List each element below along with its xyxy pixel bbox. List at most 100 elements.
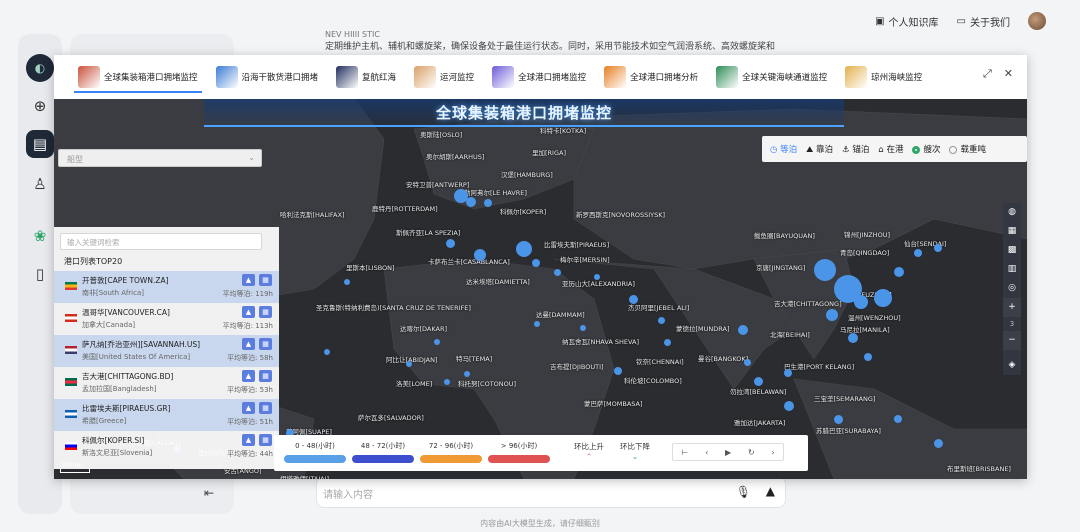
tab-6[interactable]: 全球关键海峡通道监控 [712, 55, 831, 99]
port-congestion-marker[interactable] [580, 325, 586, 331]
port-congestion-marker[interactable] [614, 367, 622, 375]
vessel-type-select[interactable]: 船型 ⌄ [58, 149, 262, 167]
port-congestion-marker[interactable] [554, 269, 561, 276]
tab-0[interactable]: 全球集装箱港口拥堵监控 [74, 55, 202, 99]
tab-5[interactable]: 全球港口拥堵分析 [600, 55, 702, 99]
apps-icon[interactable]: ❀ [26, 222, 54, 250]
port-congestion-marker[interactable] [894, 415, 902, 423]
about-link[interactable]: ▭ 关于我们 [957, 14, 1010, 29]
port-congestion-marker[interactable] [466, 197, 476, 207]
trend-chart-icon[interactable]: ▲ [242, 434, 255, 446]
bar-chart-icon[interactable]: ▦ [259, 434, 272, 446]
port-congestion-marker[interactable] [444, 379, 450, 385]
trend-chart-icon[interactable]: ▲ [242, 338, 255, 350]
bar-chart-icon[interactable]: ▦ [259, 338, 272, 350]
layers-icon[interactable]: ◈ [1003, 356, 1021, 375]
bar-chart-icon[interactable]: ▦ [259, 370, 272, 382]
port-congestion-marker[interactable] [664, 339, 671, 346]
port-congestion-marker[interactable] [826, 309, 838, 321]
port-list-item[interactable]: 吉大港[CHITTAGONG.BD] 孟加拉国[Bangladesh] ▲ ▦ 平均等泊… [54, 367, 279, 399]
bar-chart-icon[interactable]: ▦ [259, 402, 272, 414]
avatar[interactable] [1028, 12, 1046, 30]
mode-2[interactable]: ⚓ 锚泊 [842, 143, 869, 155]
mobile-icon[interactable]: ▯ [26, 260, 54, 288]
port-list-item[interactable]: 萨凡纳[乔治亚州][SAVANNAH.US] 美国[United States O… [54, 335, 279, 367]
port-congestion-marker[interactable] [874, 289, 892, 307]
port-congestion-marker[interactable] [854, 295, 868, 309]
port-congestion-marker[interactable] [324, 349, 330, 355]
microphone-icon[interactable]: 🎙 [736, 485, 751, 499]
trend-chart-icon[interactable]: ▲ [242, 306, 255, 318]
port-congestion-marker[interactable] [894, 267, 904, 277]
port-congestion-marker[interactable] [629, 295, 638, 304]
port-congestion-marker[interactable] [784, 369, 792, 377]
knowledge-base-link[interactable]: ▣ 个人知识库 [875, 14, 938, 29]
port-congestion-marker[interactable] [914, 249, 922, 257]
play-icon[interactable]: ▶ [725, 448, 731, 457]
port-congestion-marker[interactable] [658, 317, 665, 324]
tab-3[interactable]: 运河监控 [410, 55, 478, 99]
layers-grid-icon[interactable]: ▩ [1003, 241, 1021, 260]
port-congestion-marker[interactable] [406, 361, 412, 367]
trend-chart-icon[interactable]: ▲ [242, 274, 255, 286]
zoom-in-button[interactable]: + [1003, 298, 1021, 317]
port-congestion-marker[interactable] [434, 339, 440, 345]
world-map[interactable]: 全球集装箱港口拥堵监控 奥斯陆[OSLO] 科特卡[KOTKA] 里加[RIGA] 奥… [54, 99, 1027, 479]
tab-1[interactable]: 沿海干散货港口拥堵 [212, 55, 323, 99]
ruler-icon[interactable]: ▥ [1003, 260, 1021, 279]
loop-icon[interactable]: ↻ [748, 448, 755, 457]
port-congestion-marker[interactable] [484, 199, 492, 207]
timeline-start-icon[interactable]: ⊢ [681, 448, 688, 457]
port-congestion-marker[interactable] [532, 259, 540, 267]
port-search-input[interactable]: 输入关键词检索 [60, 233, 262, 250]
port-congestion-marker[interactable] [464, 371, 470, 377]
bar-chart-icon[interactable]: ▦ [259, 306, 272, 318]
port-congestion-marker[interactable] [446, 239, 455, 248]
send-icon[interactable]: ▲ [766, 484, 775, 498]
trend-chart-icon[interactable]: ▲ [242, 402, 255, 414]
zoom-out-button[interactable]: − [1003, 331, 1021, 350]
trend-chart-icon[interactable]: ▲ [242, 370, 255, 382]
port-congestion-marker[interactable] [784, 401, 794, 411]
port-congestion-marker[interactable] [848, 333, 858, 343]
port-congestion-marker[interactable] [864, 353, 872, 361]
next-icon[interactable]: › [771, 448, 774, 457]
port-list-item[interactable]: 开普敦[CAPE TOWN.ZA] 南非[South Africa] ▲ ▦ 平均等泊:… [54, 271, 279, 303]
globe-icon[interactable]: ◍ [1003, 203, 1021, 222]
collapse-sidebar-icon[interactable]: ⇤ [204, 486, 214, 500]
new-chat-icon[interactable]: ⊕ [26, 92, 54, 120]
bar-chart-icon[interactable]: ▦ [259, 274, 272, 286]
port-congestion-marker[interactable] [934, 244, 942, 252]
app-logo-icon[interactable]: ◐ [26, 54, 54, 82]
port-congestion-marker[interactable] [738, 325, 748, 335]
fullscreen-icon[interactable]: ⤢ [983, 67, 992, 81]
previous-icon[interactable]: ‹ [705, 448, 708, 457]
mode-3[interactable]: ⌂ 在港 [878, 143, 903, 155]
port-congestion-marker[interactable] [474, 249, 486, 261]
unit-option-0[interactable]: 艘次 [912, 143, 940, 155]
locate-icon[interactable]: ◎ [1003, 279, 1021, 298]
port-congestion-marker[interactable] [814, 259, 836, 281]
mode-0[interactable]: ◷ 等泊 [770, 143, 797, 155]
port-congestion-marker[interactable] [744, 359, 751, 366]
unit-option-1[interactable]: 载重吨 [949, 143, 986, 155]
tab-4[interactable]: 全球港口拥堵监控 [488, 55, 590, 99]
port-list-item[interactable]: 温哥华[VANCOUVER.CA] 加拿大[Canada] ▲ ▦ 平均等泊: 113h [54, 303, 279, 335]
chat-input[interactable]: 请输入内容 🎙 ▲ [316, 476, 786, 508]
tab-7[interactable]: 琼州海峡监控 [841, 55, 926, 99]
port-congestion-marker[interactable] [834, 415, 843, 424]
port-congestion-marker[interactable] [934, 439, 943, 448]
user-edit-icon[interactable]: ♙ [26, 170, 54, 198]
port-list-item[interactable]: 比雷埃夫斯[PIRAEUS.GR] 希腊[Greece] ▲ ▦ 平均等泊: 51h [54, 399, 279, 431]
port-congestion-marker[interactable] [344, 279, 350, 285]
port-congestion-marker[interactable] [594, 274, 600, 280]
port-congestion-marker[interactable] [754, 377, 763, 386]
grid-icon[interactable]: ▦ [1003, 222, 1021, 241]
port-list-item[interactable]: 科佩尔[KOPER.SI] 斯洛文尼亚[Slovenia] ▲ ▦ 平均等泊: 44h [54, 431, 279, 463]
document-icon[interactable]: ▤ [26, 130, 54, 158]
mode-1[interactable]: ⛰ 靠泊 [806, 143, 833, 155]
tab-2[interactable]: 复航红海 [332, 55, 400, 99]
port-congestion-marker[interactable] [516, 241, 532, 257]
close-icon[interactable]: ✕ [1004, 67, 1013, 81]
port-congestion-marker[interactable] [534, 321, 540, 327]
